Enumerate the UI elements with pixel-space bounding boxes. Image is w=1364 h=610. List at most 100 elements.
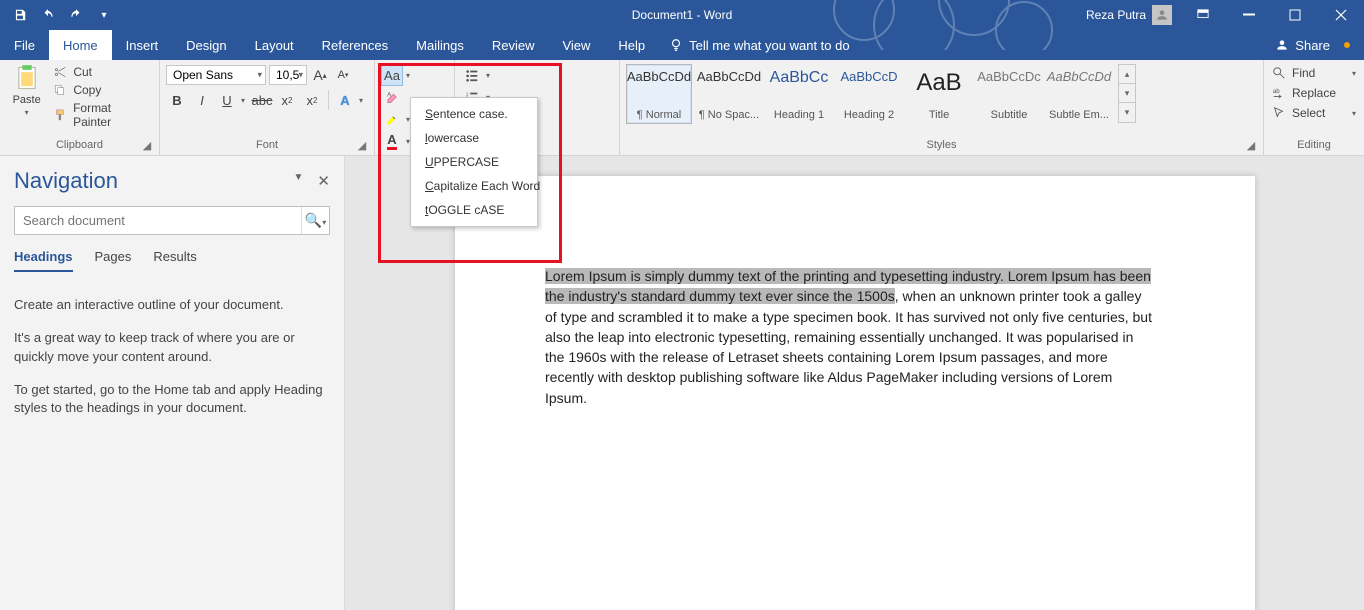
- styles-scroll-up[interactable]: ▴: [1119, 65, 1135, 84]
- nav-search: 🔍▾: [14, 206, 330, 235]
- tab-home[interactable]: Home: [49, 30, 112, 60]
- group-label-editing: Editing: [1297, 139, 1331, 151]
- menu-lowercase[interactable]: lowercase: [411, 126, 537, 150]
- lightbulb-icon: [669, 38, 683, 52]
- nav-tab-pages[interactable]: Pages: [95, 249, 132, 272]
- subscript-button[interactable]: x2: [276, 89, 298, 111]
- underline-button[interactable]: U: [216, 89, 238, 111]
- nav-search-button[interactable]: 🔍▾: [301, 207, 329, 234]
- nav-search-input[interactable]: [15, 207, 301, 234]
- bullets-button[interactable]: [461, 64, 483, 86]
- menu-toggle-case[interactable]: tOGGLE cASE: [411, 198, 537, 222]
- underline-dropdown[interactable]: ▾: [238, 96, 248, 105]
- tab-layout[interactable]: Layout: [241, 30, 308, 60]
- minimize-button[interactable]: [1226, 0, 1272, 30]
- styles-scroll-down[interactable]: ▾: [1119, 84, 1135, 103]
- group-label-clipboard: Clipboard: [56, 139, 103, 151]
- undo-button[interactable]: [36, 3, 60, 27]
- text-effects-button[interactable]: A: [334, 89, 356, 111]
- scissors-icon: [53, 65, 67, 79]
- format-painter-button[interactable]: Format Painter: [51, 100, 153, 130]
- copy-button[interactable]: Copy: [51, 82, 153, 98]
- user-account[interactable]: Reza Putra: [1078, 5, 1180, 25]
- nav-title: Navigation: [14, 168, 118, 194]
- group-clipboard: Paste ▾ Cut Copy Format Painter Clipboar…: [0, 60, 160, 155]
- tab-file[interactable]: File: [0, 30, 49, 60]
- notification-dot-icon: [1344, 42, 1350, 48]
- maximize-button[interactable]: [1272, 0, 1318, 30]
- chevron-down-icon: ▾: [25, 108, 29, 117]
- find-button[interactable]: Find▾: [1270, 64, 1358, 82]
- chevron-down-icon: ▾: [1352, 69, 1356, 78]
- tab-references[interactable]: References: [308, 30, 402, 60]
- dialog-launcher-font[interactable]: ◢: [356, 139, 368, 151]
- style-subtitle[interactable]: AaBbCcDcSubtitle: [976, 64, 1042, 124]
- style-title[interactable]: AaBTitle: [906, 64, 972, 124]
- share-button[interactable]: Share: [1261, 30, 1364, 60]
- font-name-select[interactable]: Open Sans▾: [166, 65, 266, 85]
- bold-button[interactable]: B: [166, 89, 188, 111]
- menu-uppercase[interactable]: UPPERCASE: [411, 150, 537, 174]
- change-case-dropdown[interactable]: ▾: [403, 71, 413, 80]
- tab-review[interactable]: Review: [478, 30, 549, 60]
- highlight-button[interactable]: [381, 108, 403, 130]
- svg-text:ab: ab: [1273, 88, 1280, 95]
- document-page[interactable]: Lorem Ipsum is simply dummy text of the …: [455, 176, 1255, 610]
- style-normal[interactable]: AaBbCcDd¶ Normal: [626, 64, 692, 124]
- cursor-icon: [1272, 106, 1286, 120]
- dialog-launcher-clipboard[interactable]: ◢: [141, 139, 153, 151]
- nav-pane-close[interactable]: ✕: [317, 172, 330, 190]
- redo-button[interactable]: [64, 3, 88, 27]
- font-color-button[interactable]: A: [381, 130, 403, 152]
- tab-insert[interactable]: Insert: [112, 30, 173, 60]
- grow-font-button[interactable]: A▴: [310, 64, 330, 86]
- style-subtle-emphasis[interactable]: AaBbCcDdSubtle Em...: [1046, 64, 1112, 124]
- styles-expand[interactable]: ▾: [1119, 103, 1135, 122]
- paste-button[interactable]: Paste ▾: [6, 64, 47, 137]
- document-paragraph[interactable]: Lorem Ipsum is simply dummy text of the …: [545, 266, 1155, 408]
- group-label-font: Font: [256, 139, 278, 151]
- shrink-font-button[interactable]: A▾: [333, 64, 353, 86]
- save-button[interactable]: [8, 3, 32, 27]
- close-button[interactable]: [1318, 0, 1364, 30]
- style-no-spacing[interactable]: AaBbCcDd¶ No Spac...: [696, 64, 762, 124]
- group-font: Open Sans▾ 10,5▾ A▴ A▾ B I U▾ abc x2 x2 …: [160, 60, 375, 155]
- text-effects-dropdown[interactable]: ▾: [356, 96, 366, 105]
- cut-button[interactable]: Cut: [51, 64, 153, 80]
- tab-help[interactable]: Help: [604, 30, 659, 60]
- nav-tab-results[interactable]: Results: [153, 249, 196, 272]
- brush-icon: [53, 108, 67, 122]
- superscript-button[interactable]: x2: [301, 89, 323, 111]
- tab-design[interactable]: Design: [172, 30, 240, 60]
- clear-formatting-button[interactable]: A: [381, 86, 403, 108]
- body-text: , when an unknown printer took a galley …: [545, 288, 1152, 405]
- nav-pane-menu[interactable]: ▼: [294, 172, 304, 190]
- nav-tab-headings[interactable]: Headings: [14, 249, 73, 272]
- select-button[interactable]: Select▾: [1270, 104, 1358, 122]
- bullets-dropdown[interactable]: ▾: [483, 71, 493, 80]
- style-heading1[interactable]: AaBbCcHeading 1: [766, 64, 832, 124]
- style-heading2[interactable]: AaBbCcDHeading 2: [836, 64, 902, 124]
- qat-customize[interactable]: ▾: [92, 3, 116, 27]
- tell-me-search[interactable]: Tell me what you want to do: [659, 30, 859, 60]
- navigation-pane: Navigation ▼ ✕ 🔍▾ Headings Pages Results…: [0, 156, 345, 610]
- highlighter-icon: [385, 112, 399, 126]
- ribbon: Paste ▾ Cut Copy Format Painter Clipboar…: [0, 60, 1364, 156]
- change-case-menu: Sentence case. lowercase UPPERCASE Capit…: [410, 97, 538, 227]
- nav-help-text: Create an interactive outline of your do…: [14, 296, 330, 315]
- group-editing: Find▾ abReplace Select▾ Editing: [1264, 60, 1364, 155]
- font-size-select[interactable]: 10,5▾: [269, 65, 307, 85]
- menu-capitalize-each-word[interactable]: Capitalize Each Word: [411, 174, 537, 198]
- menu-sentence-case[interactable]: Sentence case.: [411, 102, 537, 126]
- change-case-button[interactable]: Aa: [381, 64, 403, 86]
- tab-view[interactable]: View: [548, 30, 604, 60]
- tell-me-label: Tell me what you want to do: [689, 38, 849, 53]
- italic-button[interactable]: I: [191, 89, 213, 111]
- nav-help-text: It's a great way to keep track of where …: [14, 329, 330, 367]
- strikethrough-button[interactable]: abc: [251, 89, 273, 111]
- ribbon-display-options[interactable]: [1180, 0, 1226, 30]
- dialog-launcher-styles[interactable]: ◢: [1245, 139, 1257, 151]
- replace-button[interactable]: abReplace: [1270, 84, 1358, 102]
- tab-mailings[interactable]: Mailings: [402, 30, 478, 60]
- search-icon: 🔍: [305, 212, 322, 228]
